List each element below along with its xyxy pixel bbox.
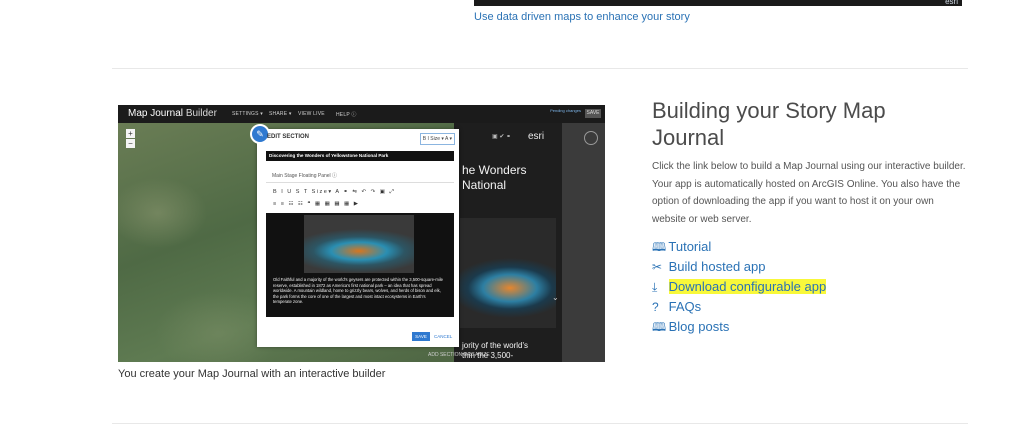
esri-logo: esri [528, 131, 545, 142]
bottom-tabs: ADD SECTION ORGANIZE [428, 352, 490, 358]
editor-body-text: Old Faithful and a majority of the world… [273, 277, 444, 305]
download-icon: ⤓ [652, 280, 658, 294]
download-configurable-app-link[interactable]: ⤓ Download configurable app [652, 278, 827, 298]
panel-caption: jority of the world's thin the 3,500- [462, 341, 528, 360]
data-driven-maps-link[interactable]: Use data driven maps to enhance your sto… [474, 11, 690, 23]
content-editor: Old Faithful and a majority of the world… [266, 213, 454, 317]
screenshot-caption: You create your Map Journal with an inte… [118, 368, 386, 380]
resource-links: 🕮 Tutorial ✂ Build hosted app ⤓ Download… [652, 238, 827, 338]
blog-posts-link[interactable]: 🕮 Blog posts [652, 318, 826, 338]
menu-help: HELP ⓘ [336, 112, 357, 118]
question-icon: ? [652, 300, 659, 314]
geyser-photo [460, 218, 556, 328]
editor-toolbar-1: B I U S T Size▾ A ⚭ ⇋ ↶ ↷ ▣ ⤢ [273, 189, 396, 195]
menu-settings: SETTINGS ▾ [232, 111, 263, 117]
zoom-out-icon: − [126, 139, 135, 148]
builder-brand: Map Journal Builder [128, 108, 217, 119]
chevron-down-icon: ⌄ [552, 293, 559, 302]
menu-view-live: VIEW LIVE [298, 111, 325, 117]
builder-topbar: Map Journal Builder SETTINGS ▾ SHARE ▾ V… [118, 105, 605, 123]
dialog-tabs: Main Stage Floating Panel ⓘ [272, 173, 338, 179]
edit-section-dialog: ✎ EDIT SECTION B I Size ▾ A ▾ Discoverin… [250, 124, 459, 347]
link-label[interactable]: Blog posts [669, 319, 730, 334]
map-book-icon: 🕮 [652, 240, 667, 254]
link-label[interactable]: Download configurable app [668, 279, 827, 294]
esri-logo: esri [945, 0, 958, 6]
section-heading: Building your Story Map Journal [652, 98, 886, 150]
divider [112, 68, 968, 69]
link-label[interactable]: FAQs [669, 299, 702, 314]
geyser-image [304, 215, 414, 273]
previous-thumbnail: esri [474, 0, 962, 6]
link-label[interactable]: Tutorial [668, 239, 711, 254]
dialog-cancel-button: CANCEL [434, 334, 453, 339]
editor-toolbar-2: ≡ ≡ ☷ ☷ ❝ ▦ ▦ ▦ ▦ ▶ [273, 201, 360, 207]
circle-button-icon [584, 131, 598, 145]
tutorial-link[interactable]: 🕮 Tutorial [652, 238, 826, 258]
story-panel: ▣ ✔ ⚭ esri he Wonders National ⌄ jority … [454, 123, 562, 362]
builder-save: SAVE [585, 109, 601, 118]
side-strip [562, 123, 605, 362]
tab-divider [266, 182, 454, 183]
section-description: Click the link below to build a Map Jour… [652, 161, 966, 225]
faqs-link[interactable]: ? FAQs [652, 298, 826, 318]
section-title-field: Discovering the Wonders of Yellowstone N… [266, 151, 454, 161]
social-icons: ▣ ✔ ⚭ [492, 134, 512, 140]
menu-share: SHARE ▾ [269, 111, 292, 117]
dialog-title: EDIT SECTION [267, 134, 310, 140]
format-bar: B I Size ▾ A ▾ [419, 133, 455, 145]
panel-heading: he Wonders National [462, 163, 527, 192]
link-label[interactable]: Build hosted app [669, 259, 766, 274]
builder-screenshot: Map Journal Builder SETTINGS ▾ SHARE ▾ V… [118, 105, 605, 362]
wrench-icon: ✂ [652, 260, 663, 274]
open-book-icon: 🕮 [652, 320, 667, 334]
dialog-save-button: SAVE [412, 332, 430, 341]
zoom-in-icon: + [126, 129, 135, 138]
pending-changes: Pending changes [550, 108, 581, 113]
build-hosted-app-link[interactable]: ✂ Build hosted app [652, 258, 826, 278]
divider [112, 423, 968, 424]
